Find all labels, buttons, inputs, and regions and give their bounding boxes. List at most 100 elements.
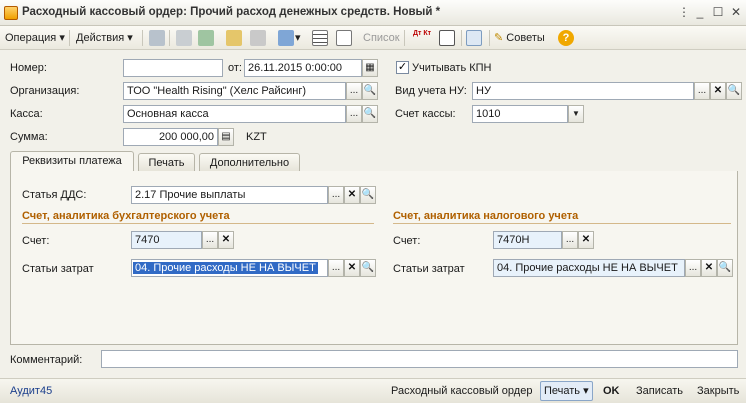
calendar-icon[interactable]: ▦ <box>362 59 378 77</box>
organization-label: Организация: <box>10 85 80 97</box>
kpn-label: Учитывать КПН <box>412 62 492 74</box>
help-icon[interactable]: ? <box>558 30 574 46</box>
nu-type-select-button[interactable]: ... <box>694 82 710 100</box>
acc-cost-field[interactable]: 04. Прочие расходы НЕ НА ВЫЧЕТ <box>131 259 328 277</box>
comment-label: Комментарий: <box>10 354 83 366</box>
tips-label: Советы <box>506 32 545 44</box>
toolbar-divider <box>69 30 70 46</box>
tab-print[interactable]: Печать <box>138 153 195 172</box>
tax-cost-select-button[interactable]: ... <box>685 259 701 277</box>
tips-icon: ✎ <box>494 32 504 44</box>
save-button[interactable]: Записать <box>636 383 683 399</box>
kpn-checkbox[interactable]: ✓ <box>396 61 409 74</box>
acc-account-select-button[interactable]: ... <box>202 231 218 249</box>
tax-section-divider <box>393 223 731 224</box>
chevron-down-icon[interactable]: ▾ <box>295 30 301 46</box>
unpost-document-icon[interactable] <box>250 30 266 46</box>
go-to-icon[interactable] <box>278 30 294 46</box>
tax-section-title: Счет, аналитика налогового учета <box>393 210 579 222</box>
list-button[interactable]: Список <box>363 30 400 46</box>
close-window-button[interactable]: ✕ <box>728 4 744 20</box>
toolbar-divider <box>404 30 405 46</box>
clear-icon[interactable]: ✕ <box>218 231 234 249</box>
dt-kt-icon[interactable]: Дт Кт <box>413 30 431 46</box>
tab-payment-details[interactable]: Реквизиты платежа <box>10 151 134 172</box>
tax-account-label: Счет: <box>393 235 421 247</box>
actions-label: Действия <box>76 32 125 44</box>
maximize-button[interactable]: ☐ <box>710 4 726 20</box>
clear-icon[interactable]: ✕ <box>344 186 360 204</box>
minimize-button[interactable]: _ <box>692 4 708 20</box>
checklist-icon[interactable] <box>336 30 352 46</box>
clear-icon[interactable]: ✕ <box>701 259 717 277</box>
clear-icon[interactable]: ✕ <box>710 82 726 100</box>
cash-account-label: Счет кассы: <box>395 108 456 120</box>
actions-menu[interactable]: Действия ▾ <box>76 30 133 46</box>
search-icon[interactable]: 🔍 <box>360 259 376 277</box>
number-field[interactable] <box>123 59 223 77</box>
window-title: Расходный кассовый ордер: Прочий расход … <box>22 6 441 18</box>
date-field[interactable]: 26.11.2015 0:00:00 <box>244 59 362 77</box>
tips-button[interactable]: ✎ Советы <box>494 30 545 46</box>
copy-icon[interactable] <box>176 30 192 46</box>
ok-button[interactable]: OK <box>603 383 620 399</box>
accounting-section-title: Счет, аналитика бухгалтерского учета <box>22 210 230 222</box>
close-button[interactable]: Закрыть <box>697 383 739 399</box>
cash-select-button[interactable]: ... <box>346 105 362 123</box>
list-view-icon[interactable] <box>312 30 328 46</box>
comment-field[interactable] <box>101 350 738 368</box>
save-icon[interactable] <box>149 30 165 46</box>
author-link[interactable]: Аудит45 <box>10 383 52 399</box>
dds-select-button[interactable]: ... <box>328 186 344 204</box>
cash-label: Касса: <box>10 108 43 120</box>
refresh-icon[interactable] <box>198 30 214 46</box>
menu-dots-icon[interactable]: ⋮ <box>676 4 692 20</box>
tax-account-select-button[interactable]: ... <box>562 231 578 249</box>
cash-field[interactable]: Основная касса <box>123 105 346 123</box>
sum-field[interactable]: 200 000,00 <box>123 128 218 146</box>
accounting-section-divider <box>22 223 374 224</box>
sum-label: Сумма: <box>10 131 48 143</box>
print-button[interactable]: Печать ▾ <box>540 381 593 401</box>
search-icon[interactable]: 🔍 <box>362 82 378 100</box>
chevron-down-icon: ▾ <box>583 385 589 397</box>
app-icon <box>4 6 18 20</box>
toolbar-divider <box>142 30 143 46</box>
toolbar-divider <box>489 30 490 46</box>
acc-cost-label: Статьи затрат <box>22 263 94 275</box>
search-icon[interactable]: 🔍 <box>726 82 742 100</box>
clear-icon[interactable]: ✕ <box>344 259 360 277</box>
print-label: Печать <box>544 385 581 397</box>
currency-label: KZT <box>246 131 267 143</box>
cash-account-field[interactable]: 1010 <box>472 105 568 123</box>
structure-icon[interactable] <box>466 30 482 46</box>
toolbar-divider <box>461 30 462 46</box>
search-icon[interactable]: 🔍 <box>362 105 378 123</box>
tax-account-field[interactable]: 7470Н <box>493 231 562 249</box>
acc-account-field[interactable]: 7470 <box>131 231 202 249</box>
document-name-button[interactable]: Расходный кассовый ордер <box>391 383 532 399</box>
organization-select-button[interactable]: ... <box>346 82 362 100</box>
title-bar: Расходный кассовый ордер: Прочий расход … <box>0 0 746 26</box>
search-icon[interactable]: 🔍 <box>360 186 376 204</box>
tax-cost-label: Статьи затрат <box>393 263 465 275</box>
operation-label: Операция <box>5 32 57 44</box>
toolbar-divider <box>169 30 170 46</box>
number-label: Номер: <box>10 62 47 74</box>
post-document-icon[interactable] <box>226 30 242 46</box>
clear-icon[interactable]: ✕ <box>578 231 594 249</box>
search-icon[interactable]: 🔍 <box>717 259 733 277</box>
organization-field[interactable]: ТОО "Health Rising" (Хелс Райсинг) <box>123 82 346 100</box>
nu-type-field[interactable]: НУ <box>472 82 694 100</box>
dropdown-icon[interactable]: ▼ <box>568 105 584 123</box>
nu-type-label: Вид учета НУ: <box>395 85 467 97</box>
tab-additional[interactable]: Дополнительно <box>199 153 300 172</box>
operation-menu[interactable]: Операция ▾ <box>5 30 65 46</box>
dds-field[interactable]: 2.17 Прочие выплаты <box>131 186 328 204</box>
acc-cost-select-button[interactable]: ... <box>328 259 344 277</box>
report-icon[interactable] <box>439 30 455 46</box>
toolbar: Операция ▾ Действия ▾ ▾ Список Дт Кт ✎ С… <box>0 26 746 50</box>
tax-cost-field[interactable]: 04. Прочие расходы НЕ НА ВЫЧЕТ <box>493 259 685 277</box>
calculator-icon[interactable]: ▤ <box>218 128 234 146</box>
status-bar <box>0 378 746 403</box>
